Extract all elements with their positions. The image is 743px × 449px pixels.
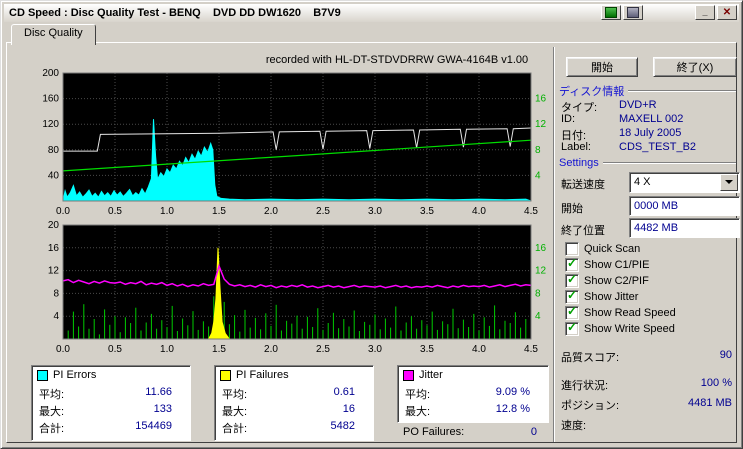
check-icon: ✓	[567, 288, 578, 302]
minimize-button[interactable]: _	[695, 5, 715, 20]
jitter-statbox: Jitter 平均: 9.09 % 最大: 12.8 %	[397, 365, 549, 423]
quality-score-value: 90	[719, 349, 732, 361]
svg-text:0.5: 0.5	[108, 344, 122, 355]
svg-text:8: 8	[53, 288, 59, 299]
disc-type-row: タイプ: DVD+R	[561, 99, 657, 114]
close-icon: ✕	[722, 7, 732, 18]
svg-text:8: 8	[535, 145, 541, 156]
svg-text:12: 12	[48, 266, 60, 277]
svg-text:12: 12	[535, 266, 547, 277]
checkbox-box[interactable]: ✓	[565, 272, 579, 288]
checkbox-show-jitter[interactable]: ✓ Show Jitter	[565, 288, 638, 304]
checkbox-box[interactable]	[565, 242, 579, 256]
svg-text:160: 160	[42, 94, 59, 105]
svg-text:4: 4	[535, 170, 541, 181]
svg-text:16: 16	[535, 243, 547, 254]
panel-divider	[553, 47, 555, 442]
progress-value: 100 %	[700, 377, 732, 389]
svg-text:3.0: 3.0	[368, 206, 382, 217]
checkbox-box[interactable]: ✓	[565, 256, 579, 272]
checkbox-quick-scan[interactable]: Quick Scan	[565, 242, 640, 256]
check-icon: ✓	[567, 272, 578, 286]
start-pos-field[interactable]: 0000 MB	[629, 196, 740, 216]
svg-text:200: 200	[42, 68, 59, 79]
speed-row: 速度:	[561, 420, 587, 432]
app-window: CD Speed : Disc Quality Test - BENQ DVD …	[0, 0, 743, 449]
svg-text:8: 8	[535, 288, 541, 299]
settings-header: Settings	[559, 157, 736, 169]
svg-text:1.5: 1.5	[212, 344, 226, 355]
exit-button[interactable]: 終了(X)	[653, 57, 737, 77]
svg-text:4: 4	[535, 311, 541, 322]
minimize-icon: _	[702, 7, 708, 17]
check-icon: ✓	[567, 320, 578, 334]
svg-text:12: 12	[535, 119, 547, 130]
pif-jitter-chart: 0.0 0.5 1.0 1.5 2.0 2.5 3.0 3.5 4.0 4.5 4 8 12 16 20 4 8…	[48, 220, 547, 355]
svg-text:2.0: 2.0	[264, 344, 278, 355]
svg-text:120: 120	[42, 119, 59, 130]
chevron-down-icon	[725, 180, 733, 184]
svg-text:80: 80	[48, 145, 60, 156]
svg-text:0.0: 0.0	[56, 206, 70, 217]
pi-errors-legend-chip	[37, 369, 48, 381]
checkbox-show-write-speed[interactable]: ✓ Show Write Speed	[565, 320, 675, 336]
disc-info-header: ディスク情報	[559, 85, 736, 98]
checkbox-show-c1-pie[interactable]: ✓ Show C1/PIE	[565, 256, 649, 272]
checkbox-box[interactable]: ✓	[565, 320, 579, 336]
po-failures-row: PO Failures: 0	[403, 426, 537, 438]
pi-errors-chart: 0.0 0.5 1.0 1.5 2.0 2.5 3.0 3.5 4.0 4.5 40 80 120 160…	[42, 68, 547, 217]
svg-text:2.5: 2.5	[316, 344, 330, 355]
svg-text:16: 16	[535, 94, 547, 105]
pi-failures-legend-chip	[220, 369, 231, 381]
svg-text:4.0: 4.0	[472, 206, 486, 217]
svg-text:4.5: 4.5	[524, 344, 538, 355]
jitter-legend-chip	[403, 369, 414, 381]
position-value: 4481 MB	[687, 397, 732, 409]
position-row: ポジション: 4481 MB	[561, 397, 732, 412]
titlebar-buttons: _ ✕	[599, 5, 737, 20]
svg-text:3.5: 3.5	[420, 344, 434, 355]
svg-text:2.5: 2.5	[316, 206, 330, 217]
svg-text:20: 20	[48, 220, 60, 231]
disc-label-row: Label: CDS_TEST_B2	[561, 141, 697, 153]
svg-text:1.0: 1.0	[160, 206, 174, 217]
check-icon: ✓	[567, 304, 578, 318]
pi-failures-statbox: PI Failures 平均: 0.61 最大: 16 合計: 5482	[214, 365, 374, 441]
svg-text:1.0: 1.0	[160, 344, 174, 355]
graph-icon	[605, 7, 617, 18]
svg-text:16: 16	[48, 243, 60, 254]
drive-icon	[627, 7, 639, 18]
disc-date-row: 日付: 18 July 2005	[561, 127, 682, 142]
svg-text:4: 4	[53, 311, 59, 322]
checkbox-show-c2-pif[interactable]: ✓ Show C2/PIF	[565, 272, 649, 288]
disc-id-row: ID: MAXELL 002	[561, 113, 684, 125]
checkbox-show-read-speed[interactable]: ✓ Show Read Speed	[565, 304, 676, 320]
close-button[interactable]: ✕	[717, 5, 737, 20]
checkbox-box[interactable]: ✓	[565, 304, 579, 320]
pi-errors-statbox: PI Errors 平均: 11.66 最大: 133 合計: 154469	[31, 365, 191, 441]
titlebar[interactable]: CD Speed : Disc Quality Test - BENQ DVD …	[4, 4, 739, 22]
start-button[interactable]: 開始	[566, 57, 638, 77]
drive-icon-button[interactable]	[623, 5, 643, 20]
svg-text:4.0: 4.0	[472, 344, 486, 355]
graph-icon-button[interactable]	[601, 5, 621, 20]
tab-disc-quality[interactable]: Disc Quality	[11, 24, 96, 45]
window-title: CD Speed : Disc Quality Test - BENQ DVD …	[9, 7, 341, 19]
svg-text:0.5: 0.5	[108, 206, 122, 217]
end-pos-field[interactable]: 4482 MB	[629, 218, 740, 238]
svg-text:0.0: 0.0	[56, 344, 70, 355]
svg-text:2.0: 2.0	[264, 206, 278, 217]
progress-row: 進行状況: 100 %	[561, 377, 732, 392]
svg-text:3.0: 3.0	[368, 344, 382, 355]
checkbox-box[interactable]: ✓	[565, 288, 579, 304]
combo-dropdown-button[interactable]	[720, 174, 738, 191]
po-failures-value: 0	[530, 426, 537, 438]
svg-text:3.5: 3.5	[420, 206, 434, 217]
check-icon: ✓	[567, 256, 578, 270]
speed-select[interactable]: 4 X	[629, 172, 740, 193]
quality-score-row: 品質スコア: 90	[561, 349, 732, 364]
svg-text:4.5: 4.5	[524, 206, 538, 217]
svg-text:1.5: 1.5	[212, 206, 226, 217]
svg-text:40: 40	[48, 170, 60, 181]
